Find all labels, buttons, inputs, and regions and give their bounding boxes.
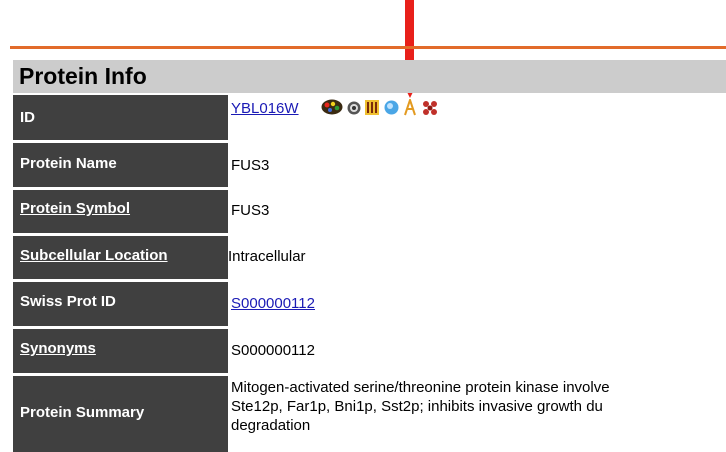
blast-icon[interactable] [384,100,399,115]
protein-name-value: FUS3 [231,157,270,174]
panel-header: Protein Info [13,60,726,93]
value-cell: YBL016W [231,95,726,140]
row-label: Protein Name [20,155,117,172]
orange-divider [10,46,726,49]
value-cell: S000000112 [231,282,726,326]
label-cell: Swiss Prot ID [13,282,228,326]
row-protein-summary: Protein Summary Mitogen-activated serine… [13,376,726,452]
label-cell: Synonyms [13,329,228,373]
panel-title: Protein Info [19,63,147,89]
protein-info-panel: Protein Info ID YBL016W Protein Name FUS… [13,60,726,452]
protein-symbol-value: FUS3 [231,202,270,219]
row-label: ID [20,109,35,126]
value-cell: FUS3 [231,190,726,233]
id-link[interactable]: YBL016W [231,100,299,117]
subcellular-location-value: Intracellular [228,248,306,265]
row-swiss-prot-id: Swiss Prot ID S000000112 [13,282,726,326]
label-cell: Protein Symbol [13,190,228,233]
value-cell: FUS3 [231,143,726,187]
label-cell: ID [13,95,228,140]
omim-icon[interactable] [365,100,379,115]
label-cell: Protein Name [13,143,228,187]
summary-line: Ste12p, Far1p, Bni1p, Sst2p; inhibits in… [231,398,603,415]
protein-summary-value: Mitogen-activated serine/threonine prote… [231,378,726,435]
text-abstract-icon[interactable] [403,99,417,116]
summary-line: Mitogen-activated serine/threonine prote… [231,379,610,396]
row-label: Protein Summary [20,404,145,421]
subcellular-location-label-link[interactable]: Subcellular Location [20,247,168,264]
label-cell: Subcellular Location [13,236,228,279]
row-protein-symbol: Protein Symbol FUS3 [13,190,726,233]
synonyms-label-link[interactable]: Synonyms [20,340,96,357]
value-cell: S000000112 [231,329,726,373]
label-cell: Protein Summary [13,376,228,452]
row-subcellular-location: Subcellular Location Intracellular [13,236,726,279]
synonyms-value: S000000112 [231,342,315,359]
sgd-icon[interactable] [347,101,361,115]
structure-icon[interactable] [422,100,438,115]
protein-symbol-label-link[interactable]: Protein Symbol [20,200,130,217]
summary-line: degradation [231,417,311,434]
row-label: Swiss Prot ID [20,293,116,310]
row-synonyms: Synonyms S000000112 [13,329,726,373]
value-cell: Intracellular [228,236,726,279]
row-protein-name: Protein Name FUS3 [13,143,726,187]
row-id: ID YBL016W [13,95,726,140]
swiss-prot-id-link[interactable]: S000000112 [231,295,315,312]
kegg-pathway-icon[interactable] [321,99,343,115]
value-cell: Mitogen-activated serine/threonine prote… [231,376,726,452]
